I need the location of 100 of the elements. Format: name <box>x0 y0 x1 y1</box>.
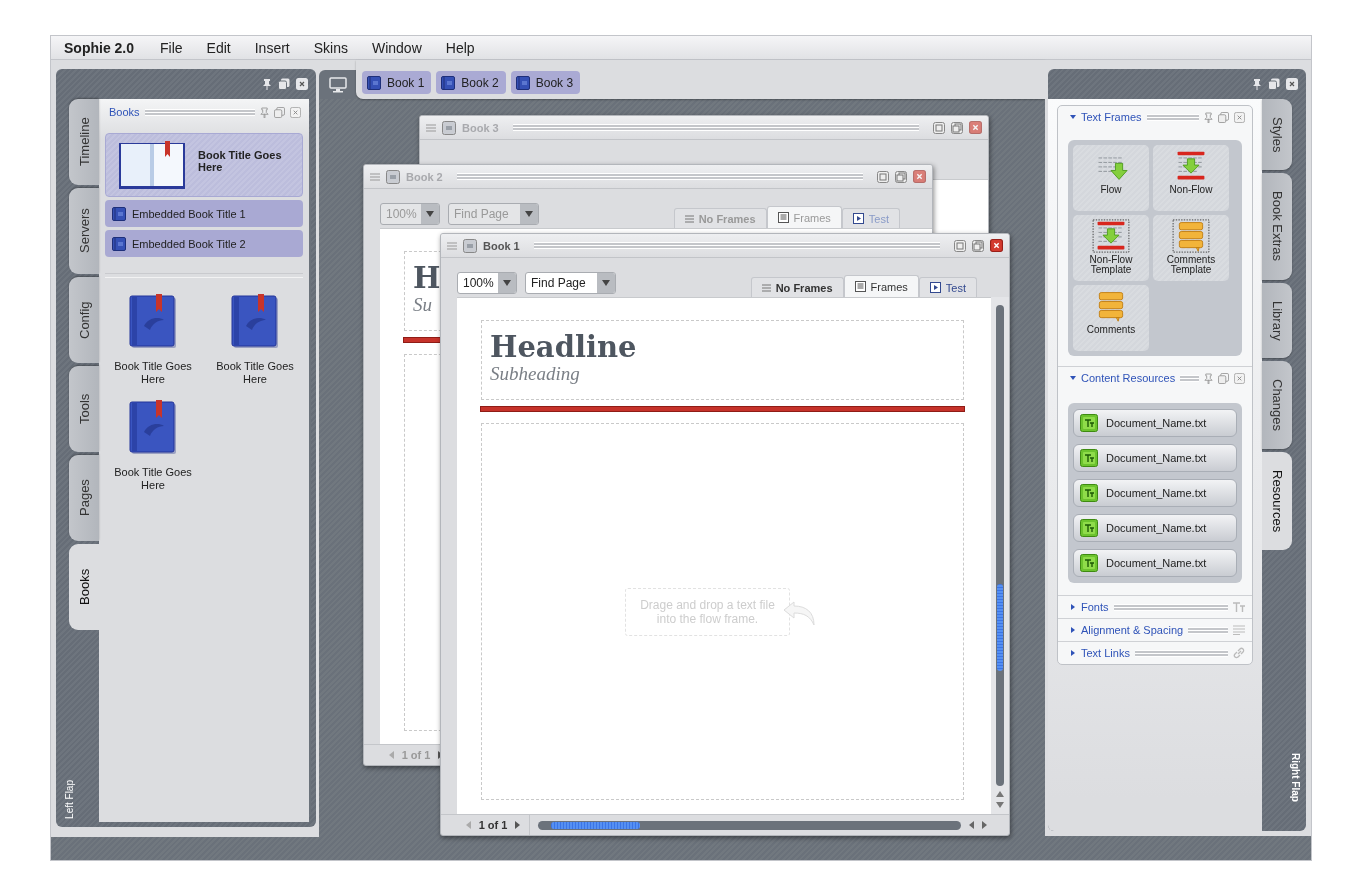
resource-item[interactable]: Document_Name.txt <box>1073 444 1237 472</box>
menu-item[interactable]: Window <box>359 36 434 59</box>
restore-icon[interactable] <box>274 106 285 118</box>
window-title: Book 1 <box>483 239 520 252</box>
side-tab[interactable]: Resources <box>1262 452 1292 551</box>
expand-icon[interactable] <box>1070 627 1076 633</box>
embedded-book-item[interactable]: Embedded Book Title 2 <box>105 230 303 257</box>
side-tab[interactable]: Pages <box>69 455 99 541</box>
expand-icon[interactable] <box>1070 604 1076 610</box>
side-tab[interactable]: Styles <box>1262 99 1292 171</box>
resource-item[interactable]: Document_Name.txt <box>1073 514 1237 542</box>
side-tab[interactable]: Config <box>69 277 99 363</box>
restore-icon[interactable] <box>954 239 966 252</box>
document-icon <box>1080 414 1098 432</box>
menu-item[interactable]: Help <box>433 36 487 59</box>
close-icon[interactable] <box>296 78 308 90</box>
section-title[interactable]: Text Frames <box>1081 111 1142 123</box>
view-tab[interactable]: No Frames <box>750 277 844 297</box>
title-bar-grip[interactable] <box>533 242 940 249</box>
header-grip[interactable] <box>1113 603 1228 611</box>
pin-icon[interactable] <box>1204 372 1213 384</box>
subheading: Su <box>413 294 432 316</box>
restore-icon[interactable] <box>278 78 290 90</box>
side-tab[interactable]: Servers <box>69 188 99 274</box>
grip-icon[interactable] <box>447 241 457 250</box>
restore-icon[interactable] <box>1218 372 1229 384</box>
view-tab[interactable]: Test <box>918 277 977 297</box>
pin-icon[interactable] <box>262 78 272 90</box>
book-title: Book Title Goes Here <box>113 466 193 492</box>
expand-icon[interactable] <box>1070 114 1076 120</box>
book-icon[interactable] <box>230 294 280 350</box>
scrollbar[interactable] <box>538 820 961 830</box>
section-title[interactable]: Alignment & Spacing <box>1081 624 1184 636</box>
headline: Headline <box>490 331 637 363</box>
menu-item[interactable]: Insert <box>242 36 302 59</box>
align-icon <box>1233 625 1245 635</box>
section-title[interactable]: Text Links <box>1081 647 1130 659</box>
menu-item[interactable]: File <box>148 36 195 59</box>
pin-icon[interactable] <box>260 106 269 118</box>
book-title: Book Title Goes Here <box>215 360 295 386</box>
document-icon <box>1080 449 1098 467</box>
frame-type-item[interactable]: Comments <box>1073 285 1149 351</box>
scrollbar[interactable] <box>309 133 311 814</box>
flap-label: Right Flap <box>1290 753 1301 804</box>
side-tab[interactable]: Changes <box>1262 361 1292 450</box>
comments-icon <box>1171 219 1211 253</box>
resource-item[interactable]: Document_Name.txt <box>1073 479 1237 507</box>
side-tab[interactable]: Book Extras <box>1262 173 1292 280</box>
side-tab[interactable]: Tools <box>69 366 99 452</box>
book-tab[interactable]: Book 1 <box>362 71 432 94</box>
header-grip[interactable] <box>1188 626 1228 634</box>
expand-icon[interactable] <box>1070 375 1076 381</box>
frame-type-item[interactable]: Flow <box>1073 145 1149 211</box>
header-grip[interactable] <box>1134 649 1228 657</box>
previous-page-icon[interactable] <box>465 821 471 829</box>
previous-page-icon[interactable] <box>388 751 394 759</box>
flap-label: Left Flap <box>64 780 75 819</box>
book-icon <box>112 236 126 251</box>
restore-icon[interactable] <box>1218 111 1229 123</box>
current-book-card[interactable]: Book Title Goes Here <box>105 133 303 197</box>
book-icon[interactable] <box>128 294 178 350</box>
book-icon[interactable] <box>128 400 178 456</box>
zoom-select[interactable]: 100% <box>457 272 517 294</box>
close-icon[interactable] <box>1286 78 1298 90</box>
view-tab[interactable]: Frames <box>843 275 919 297</box>
book-tab[interactable]: Book 2 <box>436 71 506 94</box>
pin-icon[interactable] <box>1252 78 1262 90</box>
book-tab[interactable]: Book 3 <box>510 71 581 94</box>
restore-icon[interactable] <box>1268 78 1280 90</box>
maximize-icon[interactable] <box>972 239 984 252</box>
header-grip[interactable] <box>1146 113 1199 121</box>
header-grip[interactable] <box>1180 374 1199 382</box>
side-tab[interactable]: Library <box>1262 282 1292 359</box>
scroll-left-icon[interactable] <box>969 821 974 829</box>
scroll-up-icon[interactable] <box>996 791 1004 797</box>
frame-icon <box>1091 219 1131 253</box>
close-icon[interactable] <box>990 239 1003 252</box>
scroll-right-icon[interactable] <box>982 821 987 829</box>
pin-icon[interactable] <box>1204 111 1213 123</box>
header-grip[interactable] <box>144 108 255 116</box>
side-tab[interactable]: Timeline <box>69 99 99 185</box>
document-icon <box>1080 484 1098 502</box>
embedded-book-item[interactable]: Embedded Book Title 1 <box>105 200 303 227</box>
expand-icon[interactable] <box>1070 650 1076 656</box>
side-tab[interactable]: Books <box>69 544 99 630</box>
section-title[interactable]: Fonts <box>1081 601 1109 613</box>
section-title[interactable]: Content Resources <box>1081 372 1176 384</box>
book-icon <box>441 75 456 90</box>
menu-item[interactable]: Edit <box>194 36 243 59</box>
resource-item[interactable]: Document_Name.txt <box>1073 549 1237 577</box>
frame-type-item[interactable]: Comments Template <box>1153 215 1229 281</box>
find-page-select[interactable]: Find Page <box>525 272 616 294</box>
frame-type-item[interactable]: Non-Flow Template <box>1073 215 1149 281</box>
menu-item[interactable]: Skins <box>301 36 360 59</box>
frame-type-item[interactable]: Non-Flow <box>1153 145 1229 211</box>
scroll-down-icon[interactable] <box>996 802 1004 808</box>
desktop-tab[interactable] <box>319 70 356 99</box>
document-icon <box>1080 554 1098 572</box>
resource-item[interactable]: Document_Name.txt <box>1073 409 1237 437</box>
scrollbar[interactable] <box>996 305 1004 786</box>
